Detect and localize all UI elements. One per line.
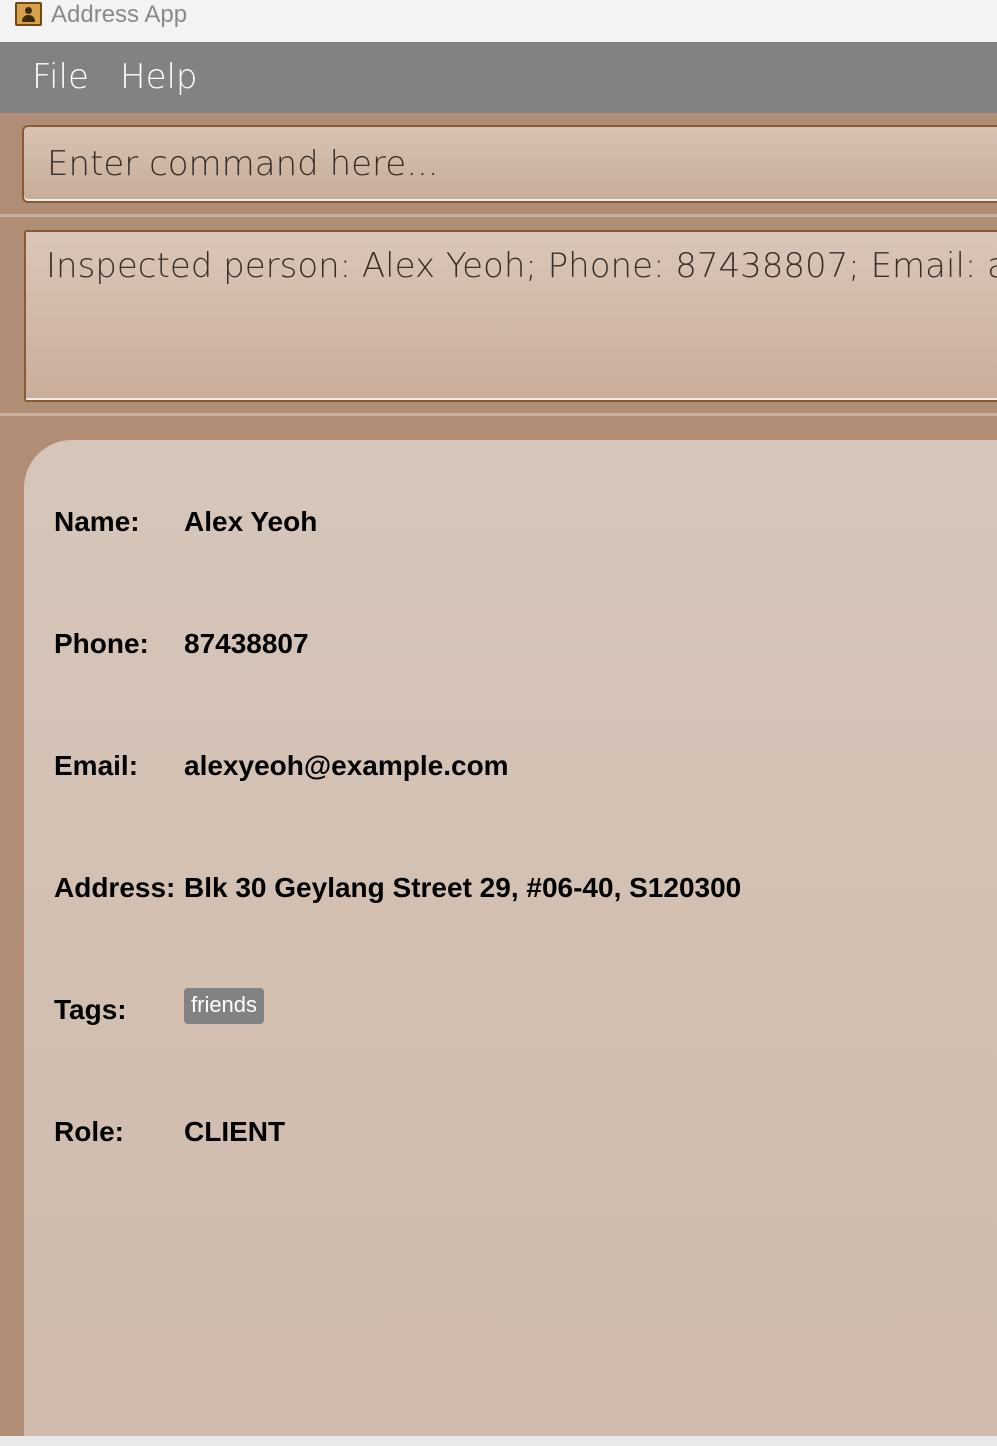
menu-file[interactable]: File — [32, 55, 89, 99]
window-title: Address App — [51, 1, 188, 28]
phone-label: Phone: — [54, 628, 149, 659]
address-value: Blk 30 Geylang Street 29, #06-40, S12030… — [184, 872, 742, 903]
menu-help[interactable]: Help — [120, 55, 198, 99]
command-input[interactable]: Enter command here... — [22, 125, 997, 203]
divider — [0, 413, 997, 416]
window-titlebar: Address App — [0, 0, 997, 42]
role-label: Role: — [54, 1116, 124, 1147]
result-display-area: Inspected person: Alex Yeoh; Phone: 8743… — [0, 217, 997, 413]
role-value: CLIENT — [184, 1116, 286, 1147]
window-bottom-edge — [0, 1436, 997, 1446]
phone-value: 87438807 — [184, 628, 309, 659]
command-box-area: Enter command here... — [0, 113, 997, 214]
name-value: Alex Yeoh — [184, 506, 318, 537]
result-display: Inspected person: Alex Yeoh; Phone: 8743… — [24, 230, 997, 402]
person-detail-panel: Name: Alex Yeoh Phone: 87438807 Email: a… — [24, 440, 997, 1436]
menu-bar: File Help — [0, 42, 997, 113]
email-value: alexyeoh@example.com — [184, 750, 509, 781]
tags-label: Tags: — [54, 994, 127, 1025]
name-label: Name: — [54, 506, 140, 537]
address-label: Address: — [54, 872, 176, 903]
tag-badge: friends — [184, 988, 265, 1024]
email-label: Email: — [54, 750, 139, 781]
address-book-icon — [15, 2, 42, 26]
